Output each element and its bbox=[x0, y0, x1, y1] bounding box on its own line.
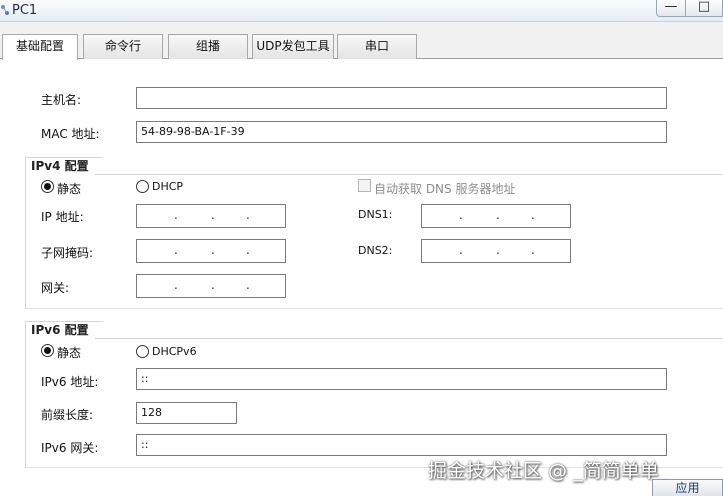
ipv6-static-radio[interactable] bbox=[41, 344, 54, 357]
minimize-button[interactable]: — bbox=[656, 0, 686, 17]
ipv4-section-title: IPv4 配置 bbox=[25, 157, 95, 175]
mac-address-label: MAC 地址: bbox=[41, 127, 100, 141]
dns2-label: DNS2: bbox=[358, 244, 393, 257]
maximize-button[interactable]: □ bbox=[685, 0, 723, 17]
mac-address-field[interactable]: 54-89-98-BA-1F-39 bbox=[136, 121, 667, 143]
hostname-label: 主机名: bbox=[41, 93, 82, 107]
auto-dns-label: 自动获取 DNS 服务器地址 bbox=[374, 182, 516, 196]
dns2-input[interactable]: ... bbox=[421, 239, 571, 263]
hostname-input[interactable] bbox=[136, 87, 667, 109]
ipv6-dhcpv6-label: DHCPv6 bbox=[152, 345, 197, 358]
ipv6-address-label: IPv6 地址: bbox=[41, 375, 99, 389]
ipv6-address-input[interactable]: :: bbox=[136, 368, 667, 390]
gateway-input[interactable]: ... bbox=[136, 274, 286, 298]
apply-button[interactable]: 应用 bbox=[652, 479, 723, 496]
ipv4-static-radio[interactable] bbox=[41, 180, 54, 193]
tab-udp-tool[interactable]: UDP发包工具 bbox=[252, 34, 334, 59]
ipv6-section-title: IPv6 配置 bbox=[25, 321, 95, 339]
dns1-label: DNS1: bbox=[358, 208, 393, 221]
tab-command-line[interactable]: 命令行 bbox=[83, 34, 163, 59]
gateway-label: 网关: bbox=[41, 281, 70, 295]
ipv4-dhcp-label: DHCP bbox=[152, 180, 184, 193]
ip-address-label: IP 地址: bbox=[41, 210, 84, 224]
window-title: PC1 bbox=[12, 3, 38, 18]
tab-basic-config[interactable]: 基础配置 bbox=[2, 34, 78, 60]
ipv4-static-label: 静态 bbox=[57, 182, 82, 196]
title-bar: PC1 — □ bbox=[0, 0, 723, 22]
network-pc-icon bbox=[1, 5, 9, 15]
prefix-length-label: 前缀长度: bbox=[41, 408, 94, 422]
watermark-text: 掘金技术社区 @ _简简单单_ bbox=[428, 460, 669, 482]
ipv6-gateway-input[interactable]: :: bbox=[136, 434, 667, 456]
ipv6-dhcpv6-radio[interactable] bbox=[136, 345, 149, 358]
tab-bar: 基础配置 命令行 组播 UDP发包工具 串口 bbox=[0, 22, 723, 60]
auto-dns-checkbox[interactable] bbox=[358, 179, 371, 192]
ipv4-dhcp-radio[interactable] bbox=[136, 180, 149, 193]
ipv6-static-label: 静态 bbox=[57, 346, 82, 360]
subnet-mask-input[interactable]: ... bbox=[136, 239, 286, 263]
subnet-mask-label: 子网掩码: bbox=[41, 246, 94, 260]
tab-serial-port[interactable]: 串口 bbox=[337, 34, 417, 59]
tab-multicast[interactable]: 组播 bbox=[168, 34, 248, 59]
ip-address-input[interactable]: ... bbox=[136, 204, 286, 228]
ipv6-gateway-label: IPv6 网关: bbox=[41, 441, 99, 455]
dns1-input[interactable]: ... bbox=[421, 204, 571, 228]
prefix-length-input[interactable]: 128 bbox=[136, 402, 237, 424]
